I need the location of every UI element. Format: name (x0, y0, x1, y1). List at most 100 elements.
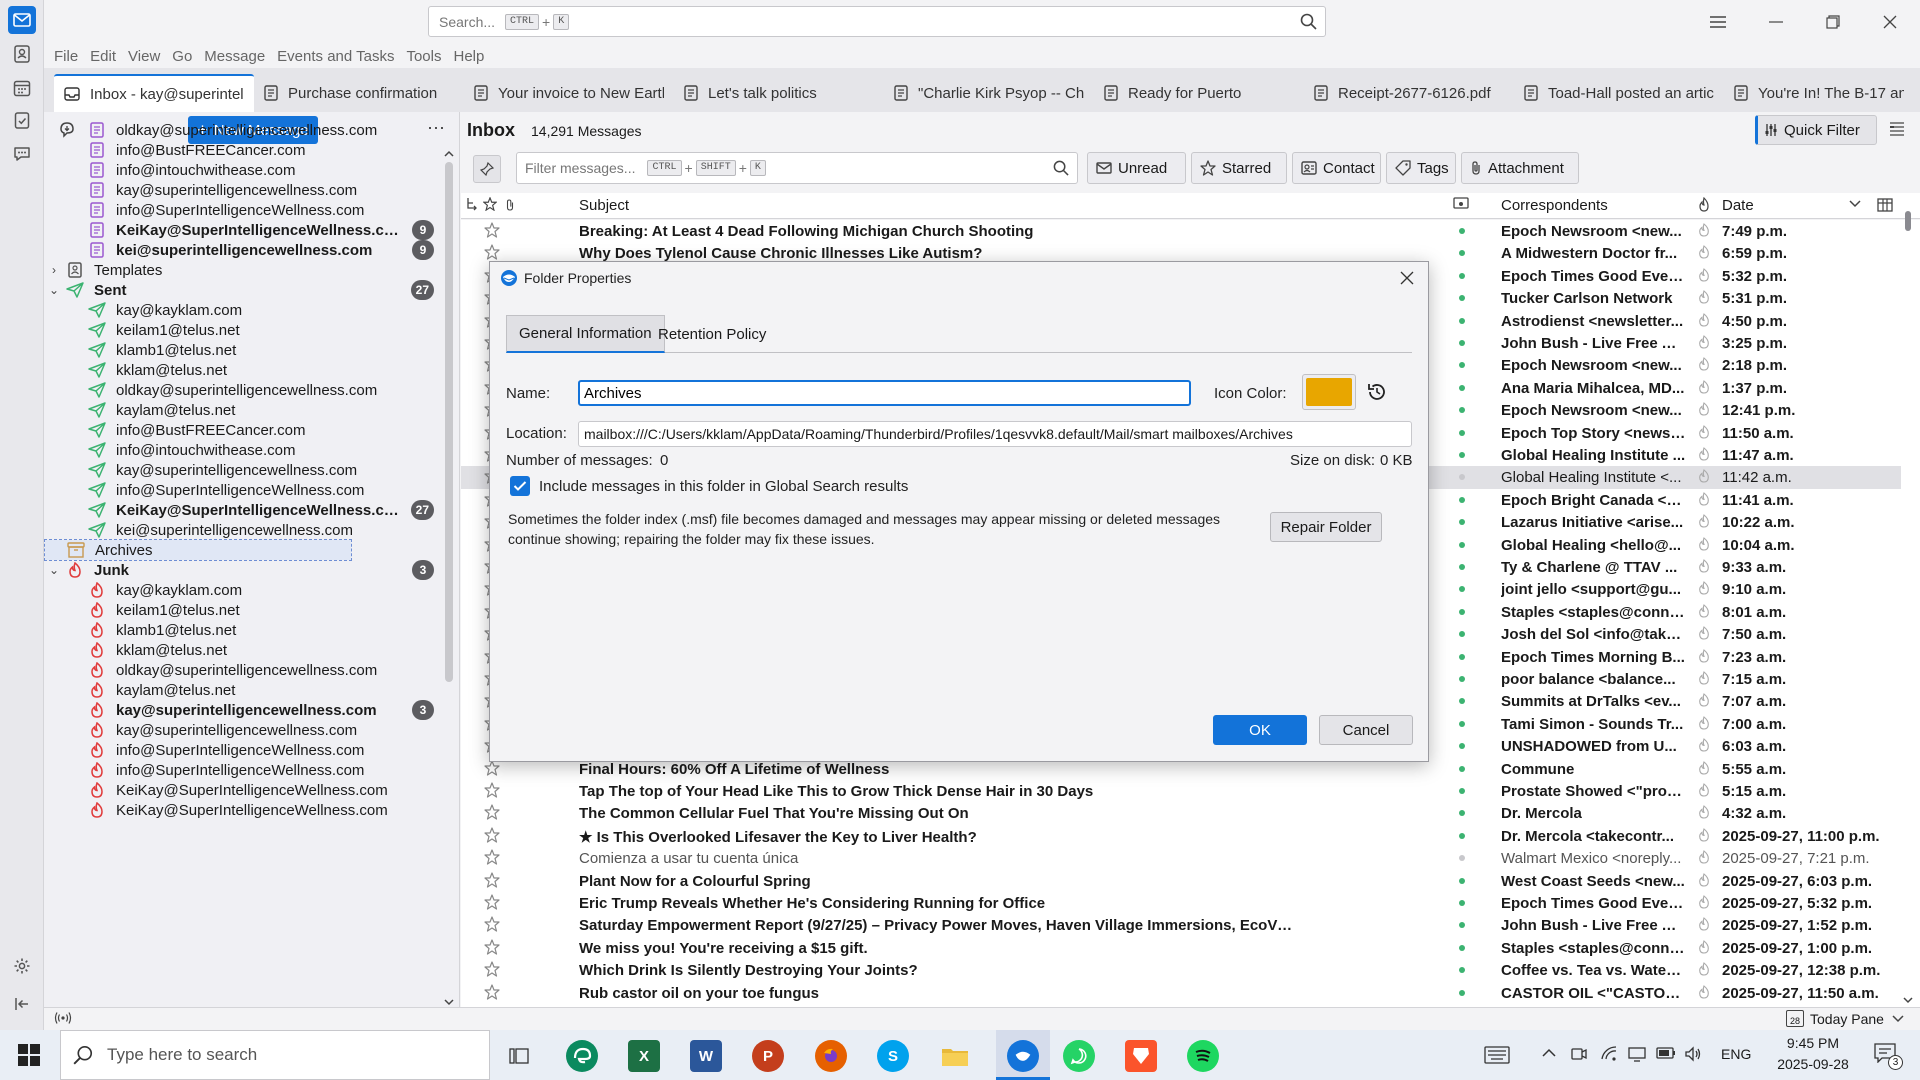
cancel-button[interactable]: Cancel (1319, 715, 1413, 745)
read-status-dot-icon[interactable] (1459, 631, 1465, 638)
settings-gear-icon[interactable] (8, 952, 36, 980)
read-status-dot-icon[interactable] (1459, 788, 1465, 794)
star-icon[interactable] (484, 244, 500, 260)
folder-item[interactable]: kay@kayklam.com (44, 300, 444, 320)
junk-status-icon[interactable] (1698, 335, 1710, 349)
read-status-dot-icon[interactable] (1459, 586, 1465, 593)
expand-caret-icon[interactable]: ⌄ (44, 283, 64, 297)
junk-status-icon[interactable] (1698, 424, 1710, 439)
junk-status-icon[interactable] (1698, 223, 1710, 237)
minimize-icon[interactable] (1764, 10, 1788, 34)
collapse-spaces-icon[interactable] (8, 990, 36, 1018)
display-options-icon[interactable] (1889, 121, 1905, 137)
tab-message[interactable]: Your invoice to New Earth (464, 74, 674, 112)
folder-item[interactable]: ⌄ Junk 3 (44, 560, 444, 580)
filter-starred-button[interactable]: Starred (1191, 152, 1287, 184)
junk-status-icon[interactable] (1698, 917, 1710, 931)
tab-message[interactable]: You're In! The B-17 and (1724, 74, 1914, 112)
read-status-dot-icon[interactable] (1459, 653, 1465, 660)
junk-status-icon[interactable] (1698, 895, 1710, 909)
today-pane-toggle[interactable]: 28 Today Pane (1786, 1010, 1904, 1027)
message-row[interactable]: Rub castor oil on your toe fungus CASTOR … (461, 982, 1901, 1004)
read-status-dot-icon[interactable] (1459, 900, 1465, 906)
tab-message[interactable]: Purchase confirmation (254, 74, 464, 112)
whatsapp-icon[interactable] (1063, 1040, 1095, 1072)
volume-icon[interactable] (1684, 1045, 1702, 1063)
correspondents-column-header[interactable]: Correspondents (1501, 197, 1608, 214)
read-status-dot-icon[interactable] (1459, 496, 1465, 503)
read-status-dot-icon[interactable] (1459, 855, 1465, 862)
folder-item[interactable]: info@SuperIntelligenceWellness.com (44, 200, 444, 220)
junk-status-icon[interactable] (1698, 290, 1710, 304)
junk-column-icon[interactable] (1697, 197, 1711, 213)
subject-column-header[interactable]: Subject (579, 197, 629, 214)
message-row[interactable]: Breaking: At Least 4 Dead Following Mich… (461, 220, 1901, 242)
junk-status-icon[interactable] (1698, 626, 1710, 640)
tab-message[interactable]: Receipt-2677-6126.pdf (1304, 74, 1514, 112)
junk-status-icon[interactable] (1698, 245, 1710, 259)
folder-item[interactable]: klamb1@telus.net (44, 340, 444, 360)
read-status-dot-icon[interactable] (1459, 295, 1465, 302)
menu-view[interactable]: View (128, 48, 160, 65)
read-status-dot-icon[interactable] (1459, 317, 1465, 324)
junk-status-icon[interactable] (1698, 402, 1710, 416)
meet-now-icon[interactable] (1570, 1045, 1588, 1063)
reset-color-icon[interactable] (1366, 381, 1388, 403)
excel-icon[interactable]: X (628, 1040, 660, 1072)
folder-item[interactable]: info@SuperIntelligenceWellness.com (44, 480, 444, 500)
folder-item[interactable]: KeiKay@SuperIntelligenceWellness.com (44, 800, 444, 820)
online-status-icon[interactable] (54, 1011, 72, 1025)
menu-tools[interactable]: Tools (406, 48, 441, 65)
folder-item[interactable]: kaylam@telus.net (44, 680, 444, 700)
onscreen-keyboard-icon[interactable] (1484, 1046, 1510, 1064)
folder-item[interactable]: info@intouchwithease.com (44, 160, 444, 180)
junk-status-icon[interactable] (1698, 760, 1710, 775)
read-status-dot-icon[interactable] (1459, 989, 1465, 996)
app-menu-icon[interactable] (1706, 10, 1730, 34)
folder-item[interactable]: ⌄ Sent 27 (44, 280, 444, 300)
read-status-dot-icon[interactable] (1459, 698, 1465, 705)
word-icon[interactable]: W (690, 1040, 722, 1072)
star-column-icon[interactable] (483, 197, 497, 211)
notifications-icon[interactable]: 3 (1874, 1043, 1903, 1070)
folder-item[interactable]: oldkay@superintelligencewellness.com (44, 660, 444, 680)
input-language[interactable]: ENG (1721, 1046, 1751, 1062)
search-icon[interactable] (1300, 13, 1317, 30)
folder-item[interactable]: info@SuperIntelligenceWellness.com (44, 760, 444, 780)
location-field[interactable]: mailbox:///C:/Users/kklam/AppData/Roamin… (578, 421, 1412, 447)
filter-tags-button[interactable]: Tags (1386, 152, 1456, 184)
read-status-dot-icon[interactable] (1459, 429, 1465, 436)
quick-filter-button[interactable]: Quick Filter (1755, 115, 1877, 145)
junk-status-icon[interactable] (1698, 693, 1710, 707)
task-view-icon[interactable] (503, 1040, 535, 1072)
clock-time[interactable]: 9:45 PM (1768, 1035, 1858, 1051)
sort-chevron-icon[interactable] (1849, 200, 1861, 208)
menu-file[interactable]: File (54, 48, 78, 65)
read-status-dot-icon[interactable] (1459, 765, 1465, 772)
star-icon[interactable] (484, 804, 500, 820)
clock-date[interactable]: 2025-09-28 (1768, 1056, 1858, 1072)
tasks-icon[interactable] (8, 106, 36, 134)
folder-item[interactable]: kklam@telus.net (44, 360, 444, 380)
show-hidden-icons-chevron[interactable] (1542, 1048, 1556, 1057)
star-icon[interactable] (484, 916, 500, 932)
attachment-column-icon[interactable] (505, 197, 515, 213)
ok-button[interactable]: OK (1213, 715, 1307, 745)
message-row[interactable]: The Common Cellular Fuel That You're Mis… (461, 802, 1901, 824)
chat-icon[interactable] (8, 140, 36, 168)
address-book-icon[interactable] (8, 40, 36, 68)
star-icon[interactable] (484, 871, 500, 888)
read-status-dot-icon[interactable] (1459, 362, 1465, 369)
read-status-dot-icon[interactable] (1459, 541, 1465, 548)
read-status-dot-icon[interactable] (1459, 228, 1465, 234)
repair-folder-button[interactable]: Repair Folder (1270, 512, 1382, 542)
edge-icon[interactable] (566, 1040, 598, 1072)
date-column-header[interactable]: Date (1722, 197, 1754, 214)
star-icon[interactable] (484, 894, 500, 910)
menu-help[interactable]: Help (454, 48, 485, 65)
read-status-dot-icon[interactable] (1459, 743, 1465, 750)
battery-icon[interactable] (1656, 1047, 1676, 1059)
read-status-dot-icon[interactable] (1459, 564, 1465, 570)
folder-item[interactable]: oldkay@superintelligencewellness.com (44, 380, 444, 400)
star-icon[interactable] (484, 983, 500, 1000)
